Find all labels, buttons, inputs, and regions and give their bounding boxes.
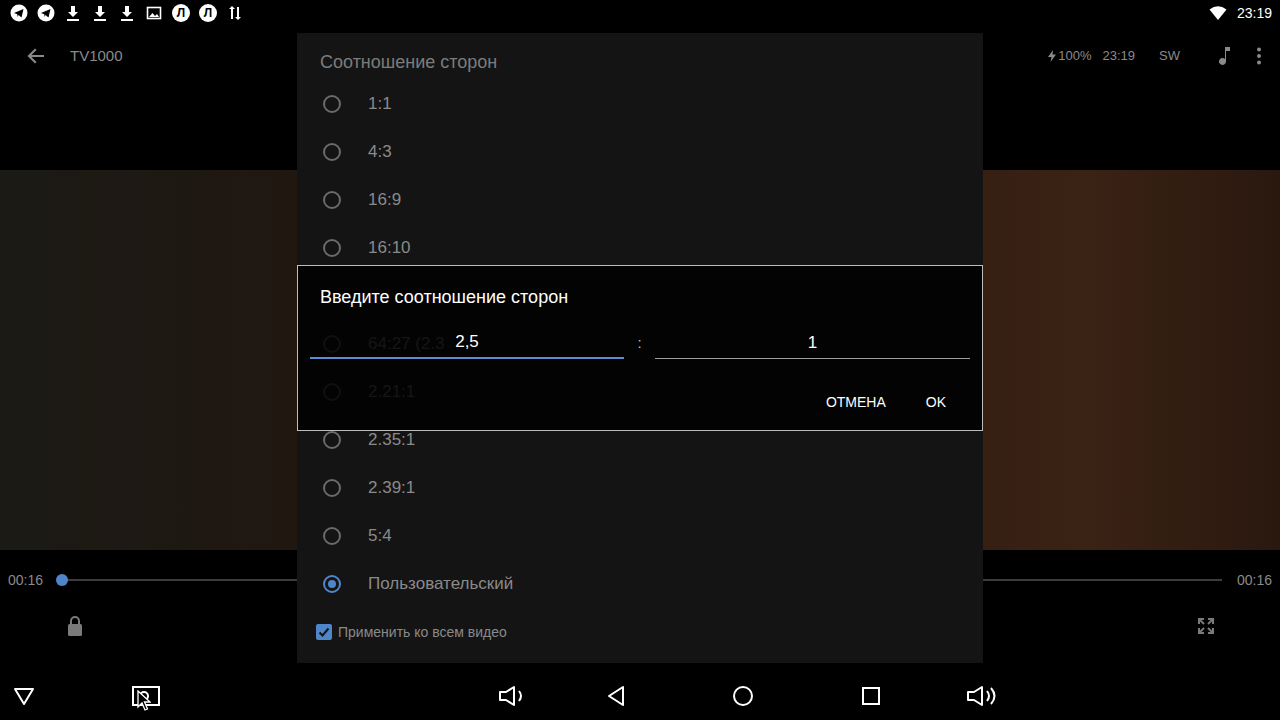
aspect-option[interactable]: 16:9	[297, 176, 983, 224]
input-dialog-title: Введите соотношение сторон	[320, 287, 568, 307]
radio-button[interactable]	[323, 95, 341, 113]
radio-button[interactable]	[323, 479, 341, 497]
option-label: 4:3	[368, 139, 392, 165]
aspect-option[interactable]: 5:4	[297, 512, 983, 560]
apply-all-row[interactable]: Применить ко всем видео	[297, 608, 983, 656]
top-bar-info: 100% 23:19 SW	[1048, 46, 1262, 66]
lock-icon[interactable]	[65, 615, 85, 637]
radio-button[interactable]	[323, 527, 341, 545]
fullscreen-icon[interactable]	[1196, 616, 1216, 636]
clock: 23:19	[1237, 6, 1272, 20]
back-arrow-icon[interactable]	[26, 46, 46, 66]
ratio-fields: 2,5 : 1	[298, 327, 982, 359]
volume-up-icon[interactable]	[966, 684, 1000, 708]
option-label: 16:10	[368, 235, 411, 261]
app-badge: Л	[172, 4, 190, 22]
aspect-option[interactable]: 1:1	[297, 80, 983, 128]
check-icon	[318, 626, 330, 638]
aspect-option[interactable]: Пользовательский	[297, 560, 983, 608]
radio-button[interactable]	[323, 575, 341, 593]
option-label: 16:9	[368, 187, 401, 213]
radio-button[interactable]	[323, 239, 341, 257]
image-icon	[145, 4, 163, 22]
ratio-width-field[interactable]: 2,5	[310, 327, 624, 359]
apply-all-label: Применить ко всем видео	[338, 622, 507, 643]
video-title: TV1000	[70, 45, 123, 68]
more-menu-icon[interactable]	[1256, 47, 1262, 65]
dialog-button[interactable]: ОТМЕНА	[824, 392, 888, 413]
system-status: 23:19	[1209, 5, 1272, 21]
radio-button[interactable]	[323, 191, 341, 209]
seek-knob[interactable]	[56, 574, 68, 586]
charging-icon	[1048, 50, 1056, 62]
volume-down-icon[interactable]	[498, 685, 528, 707]
telegram-icon	[10, 4, 28, 22]
battery-level: 100%	[1058, 46, 1091, 66]
data-transfer-icon	[226, 4, 244, 22]
navigation-bar	[0, 672, 1280, 720]
dialog-button[interactable]: OK	[924, 392, 948, 413]
telegram-icon	[37, 4, 55, 22]
player-clock: 23:19	[1103, 46, 1136, 66]
dialog-header: Соотношение сторон	[297, 33, 983, 80]
radio-button[interactable]	[323, 143, 341, 161]
wifi-icon	[1209, 5, 1227, 21]
option-label: 5:4	[368, 523, 392, 549]
badge-list: ЛЛ	[172, 4, 217, 22]
screenshot-button[interactable]	[132, 684, 156, 708]
dialog-buttons: ОТМЕНА OK	[298, 388, 982, 416]
download-icon	[64, 4, 82, 22]
screenshot-icon	[132, 686, 160, 706]
duration-time: 00:16	[1232, 570, 1272, 591]
dialog-title: Соотношение сторон	[320, 49, 497, 76]
option-label: Пользовательский	[368, 571, 513, 597]
aspect-option[interactable]: 4:3	[297, 128, 983, 176]
screen: ЛЛ 23:19 TV1000 100% 23:19 SW	[0, 0, 1280, 720]
download-icon	[91, 4, 109, 22]
option-label: 1:1	[368, 91, 392, 117]
notification-icons: ЛЛ	[10, 4, 244, 22]
ratio-height-field[interactable]: 1	[655, 327, 970, 359]
home-icon[interactable]	[732, 685, 754, 707]
option-label: 2.39:1	[368, 475, 415, 501]
option-label: 2.35:1	[368, 427, 415, 453]
apply-all-checkbox[interactable]	[316, 624, 332, 640]
radio-button[interactable]	[323, 431, 341, 449]
download-icon	[118, 4, 136, 22]
app-badge: Л	[199, 4, 217, 22]
decoder-button[interactable]: SW	[1159, 46, 1180, 66]
mouse-pointer-icon	[137, 690, 151, 712]
field-value: 2,5	[455, 329, 479, 355]
position-time: 00:16	[8, 570, 48, 591]
radio-dot	[328, 580, 336, 588]
custom-ratio-dialog: Введите соотношение сторон 2,5 : 1 ОТМЕН…	[297, 265, 983, 431]
hide-bar-icon[interactable]	[12, 686, 36, 706]
aspect-option[interactable]: 2.39:1	[297, 464, 983, 512]
recents-icon[interactable]	[862, 687, 880, 705]
field-value: 1	[808, 330, 817, 356]
music-note-icon[interactable]	[1216, 46, 1232, 66]
back-icon[interactable]	[606, 685, 626, 707]
title-group: TV1000	[26, 45, 123, 68]
input-dialog-header: Введите соотношение сторон	[298, 266, 982, 310]
status-bar: ЛЛ 23:19	[0, 0, 1280, 25]
ratio-separator: :	[624, 327, 655, 359]
